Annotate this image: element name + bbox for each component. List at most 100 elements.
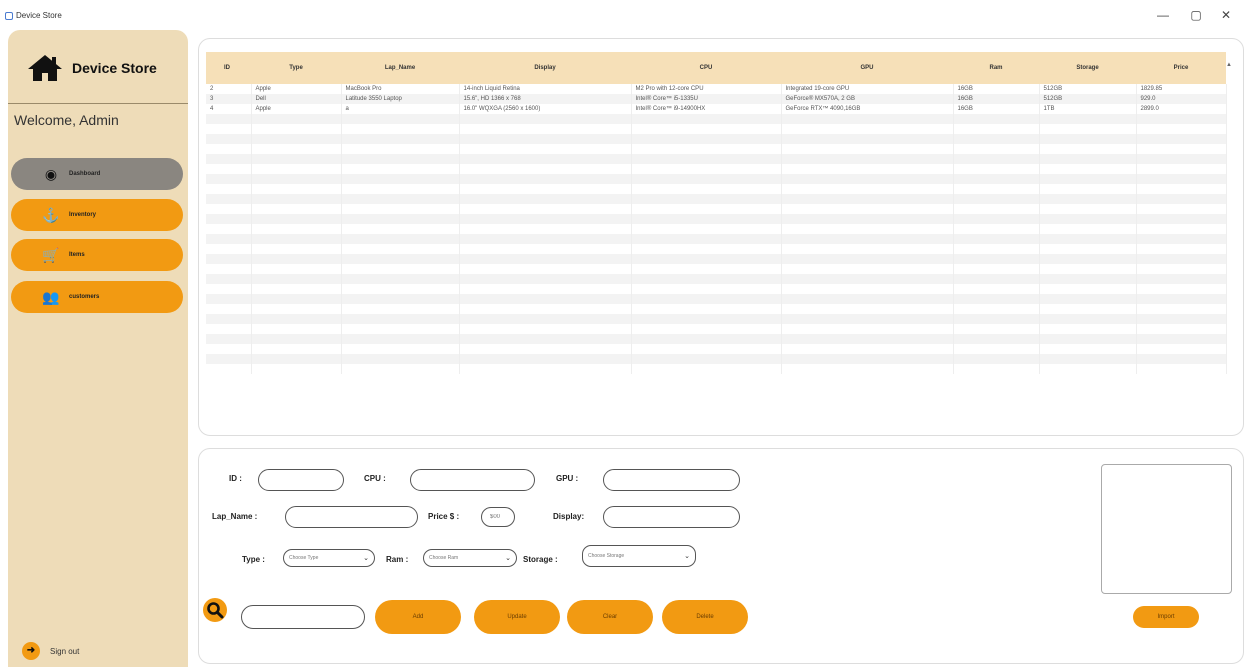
- table-cell: [341, 294, 460, 304]
- display-field[interactable]: [603, 506, 740, 528]
- table-cell: [459, 254, 632, 264]
- table-row[interactable]: 3 Dell Latitude 3550 Laptop 15.6", HD 13…: [206, 94, 1227, 104]
- table-cell: [631, 364, 782, 374]
- table-cell: Apple: [251, 84, 342, 94]
- table-row-empty: [206, 354, 1227, 364]
- close-button[interactable]: ✕: [1216, 8, 1236, 22]
- table-cell: [206, 274, 252, 284]
- signout-label: Sign out: [50, 646, 80, 656]
- sidebar-item-dashboard[interactable]: ◉ Dashboard: [11, 158, 183, 190]
- table-cell: [459, 114, 632, 124]
- table-cell: [781, 214, 954, 224]
- table-row-empty: [206, 174, 1227, 184]
- ram-select[interactable]: Choose Ram ⌄: [423, 549, 517, 567]
- table-cell: [1039, 344, 1137, 354]
- table-cell: [251, 264, 342, 274]
- dashboard-icon: ◉: [44, 165, 58, 182]
- lap-name-field[interactable]: [285, 506, 418, 528]
- table-cell: [251, 154, 342, 164]
- table-cell: [1039, 284, 1137, 294]
- signout-button[interactable]: ➜ Sign out: [22, 642, 79, 660]
- table-cell: [459, 234, 632, 244]
- table-cell: [251, 214, 342, 224]
- column-header[interactable]: Ram: [953, 52, 1039, 84]
- storage-select[interactable]: Choose Storage ⌄: [582, 545, 696, 567]
- table-cell: [341, 334, 460, 344]
- table-cell: [341, 194, 460, 204]
- table-cell: [1039, 194, 1137, 204]
- table-cell: [953, 214, 1040, 224]
- table-cell: [341, 324, 460, 334]
- table-row-empty: [206, 364, 1227, 374]
- table-row[interactable]: 2 Apple MacBook Pro 14-inch Liquid Retin…: [206, 84, 1227, 94]
- table-cell: [459, 164, 632, 174]
- gpu-label: GPU :: [556, 474, 579, 483]
- column-header[interactable]: CPU: [631, 52, 781, 84]
- add-button[interactable]: Add: [375, 600, 461, 634]
- import-button[interactable]: Import: [1133, 606, 1199, 628]
- welcome-text: Welcome, Admin: [14, 112, 119, 128]
- sidebar-item-inventory[interactable]: ⚓ Inventory: [11, 199, 183, 231]
- table-cell: [251, 344, 342, 354]
- table-row-empty: [206, 274, 1227, 284]
- search-icon[interactable]: [203, 598, 227, 622]
- table-cell: [953, 284, 1040, 294]
- table-cell: [953, 134, 1040, 144]
- table-cell: [251, 284, 342, 294]
- column-header[interactable]: Lap_Name: [341, 52, 459, 84]
- table-cell: 3: [206, 94, 252, 104]
- table-cell: [631, 144, 782, 154]
- table-cell: [459, 144, 632, 154]
- window-title: Device Store: [16, 11, 62, 20]
- table-header-row: ID Type Lap_Name Display CPU GPU Ram Sto…: [206, 52, 1226, 84]
- table-cell: [206, 174, 252, 184]
- table-cell: [459, 324, 632, 334]
- gpu-field[interactable]: [603, 469, 740, 491]
- sidebar-item-customers[interactable]: 👥 customers: [11, 281, 183, 313]
- table-cell: [251, 184, 342, 194]
- price-label: Price $ :: [428, 512, 460, 521]
- sidebar-item-label: Dashboard: [69, 171, 101, 177]
- table-cell: [341, 344, 460, 354]
- table-cell: [781, 204, 954, 214]
- table-row-empty: [206, 184, 1227, 194]
- sidebar-divider: [8, 103, 188, 104]
- column-header[interactable]: ID: [206, 52, 251, 84]
- table-cell: 15.6", HD 1366 x 768: [459, 94, 632, 104]
- scroll-up-arrow-icon[interactable]: ▲: [1226, 62, 1232, 68]
- table-cell: [1136, 184, 1227, 194]
- table-cell: [631, 234, 782, 244]
- table-cell: [781, 294, 954, 304]
- table-cell: [953, 124, 1040, 134]
- column-header[interactable]: Type: [251, 52, 341, 84]
- table-cell: [631, 184, 782, 194]
- table-cell: [1039, 324, 1137, 334]
- type-select[interactable]: Choose Type ⌄: [283, 549, 375, 567]
- search-input[interactable]: [241, 605, 365, 629]
- table-cell: [631, 354, 782, 364]
- column-header[interactable]: Display: [459, 52, 631, 84]
- cpu-field[interactable]: [410, 469, 535, 491]
- table-cell: a: [341, 104, 460, 114]
- table-cell: [953, 114, 1040, 124]
- table-cell: [251, 354, 342, 364]
- id-field[interactable]: [258, 469, 344, 491]
- delete-button[interactable]: Delete: [662, 600, 748, 634]
- update-button[interactable]: Update: [474, 600, 560, 634]
- table-cell: [1136, 324, 1227, 334]
- table-row[interactable]: 4 Apple a 16.0" WQXGA (2560 x 1600) Inte…: [206, 104, 1227, 114]
- column-header[interactable]: Price: [1136, 52, 1226, 84]
- table-cell: [631, 174, 782, 184]
- minimize-button[interactable]: —: [1153, 8, 1173, 22]
- column-header[interactable]: GPU: [781, 52, 953, 84]
- price-field[interactable]: [481, 507, 515, 527]
- clear-button[interactable]: Clear: [567, 600, 653, 634]
- table-cell: [459, 284, 632, 294]
- devices-table-container: ID Type Lap_Name Display CPU GPU Ram Sto…: [206, 52, 1238, 426]
- table-cell: [1039, 244, 1137, 254]
- table-cell: 14-inch Liquid Retina: [459, 84, 632, 94]
- column-header[interactable]: Storage: [1039, 52, 1136, 84]
- table-cell: [781, 354, 954, 364]
- sidebar-item-items[interactable]: 🛒 Items: [11, 239, 183, 271]
- maximize-button[interactable]: ▢: [1186, 8, 1206, 22]
